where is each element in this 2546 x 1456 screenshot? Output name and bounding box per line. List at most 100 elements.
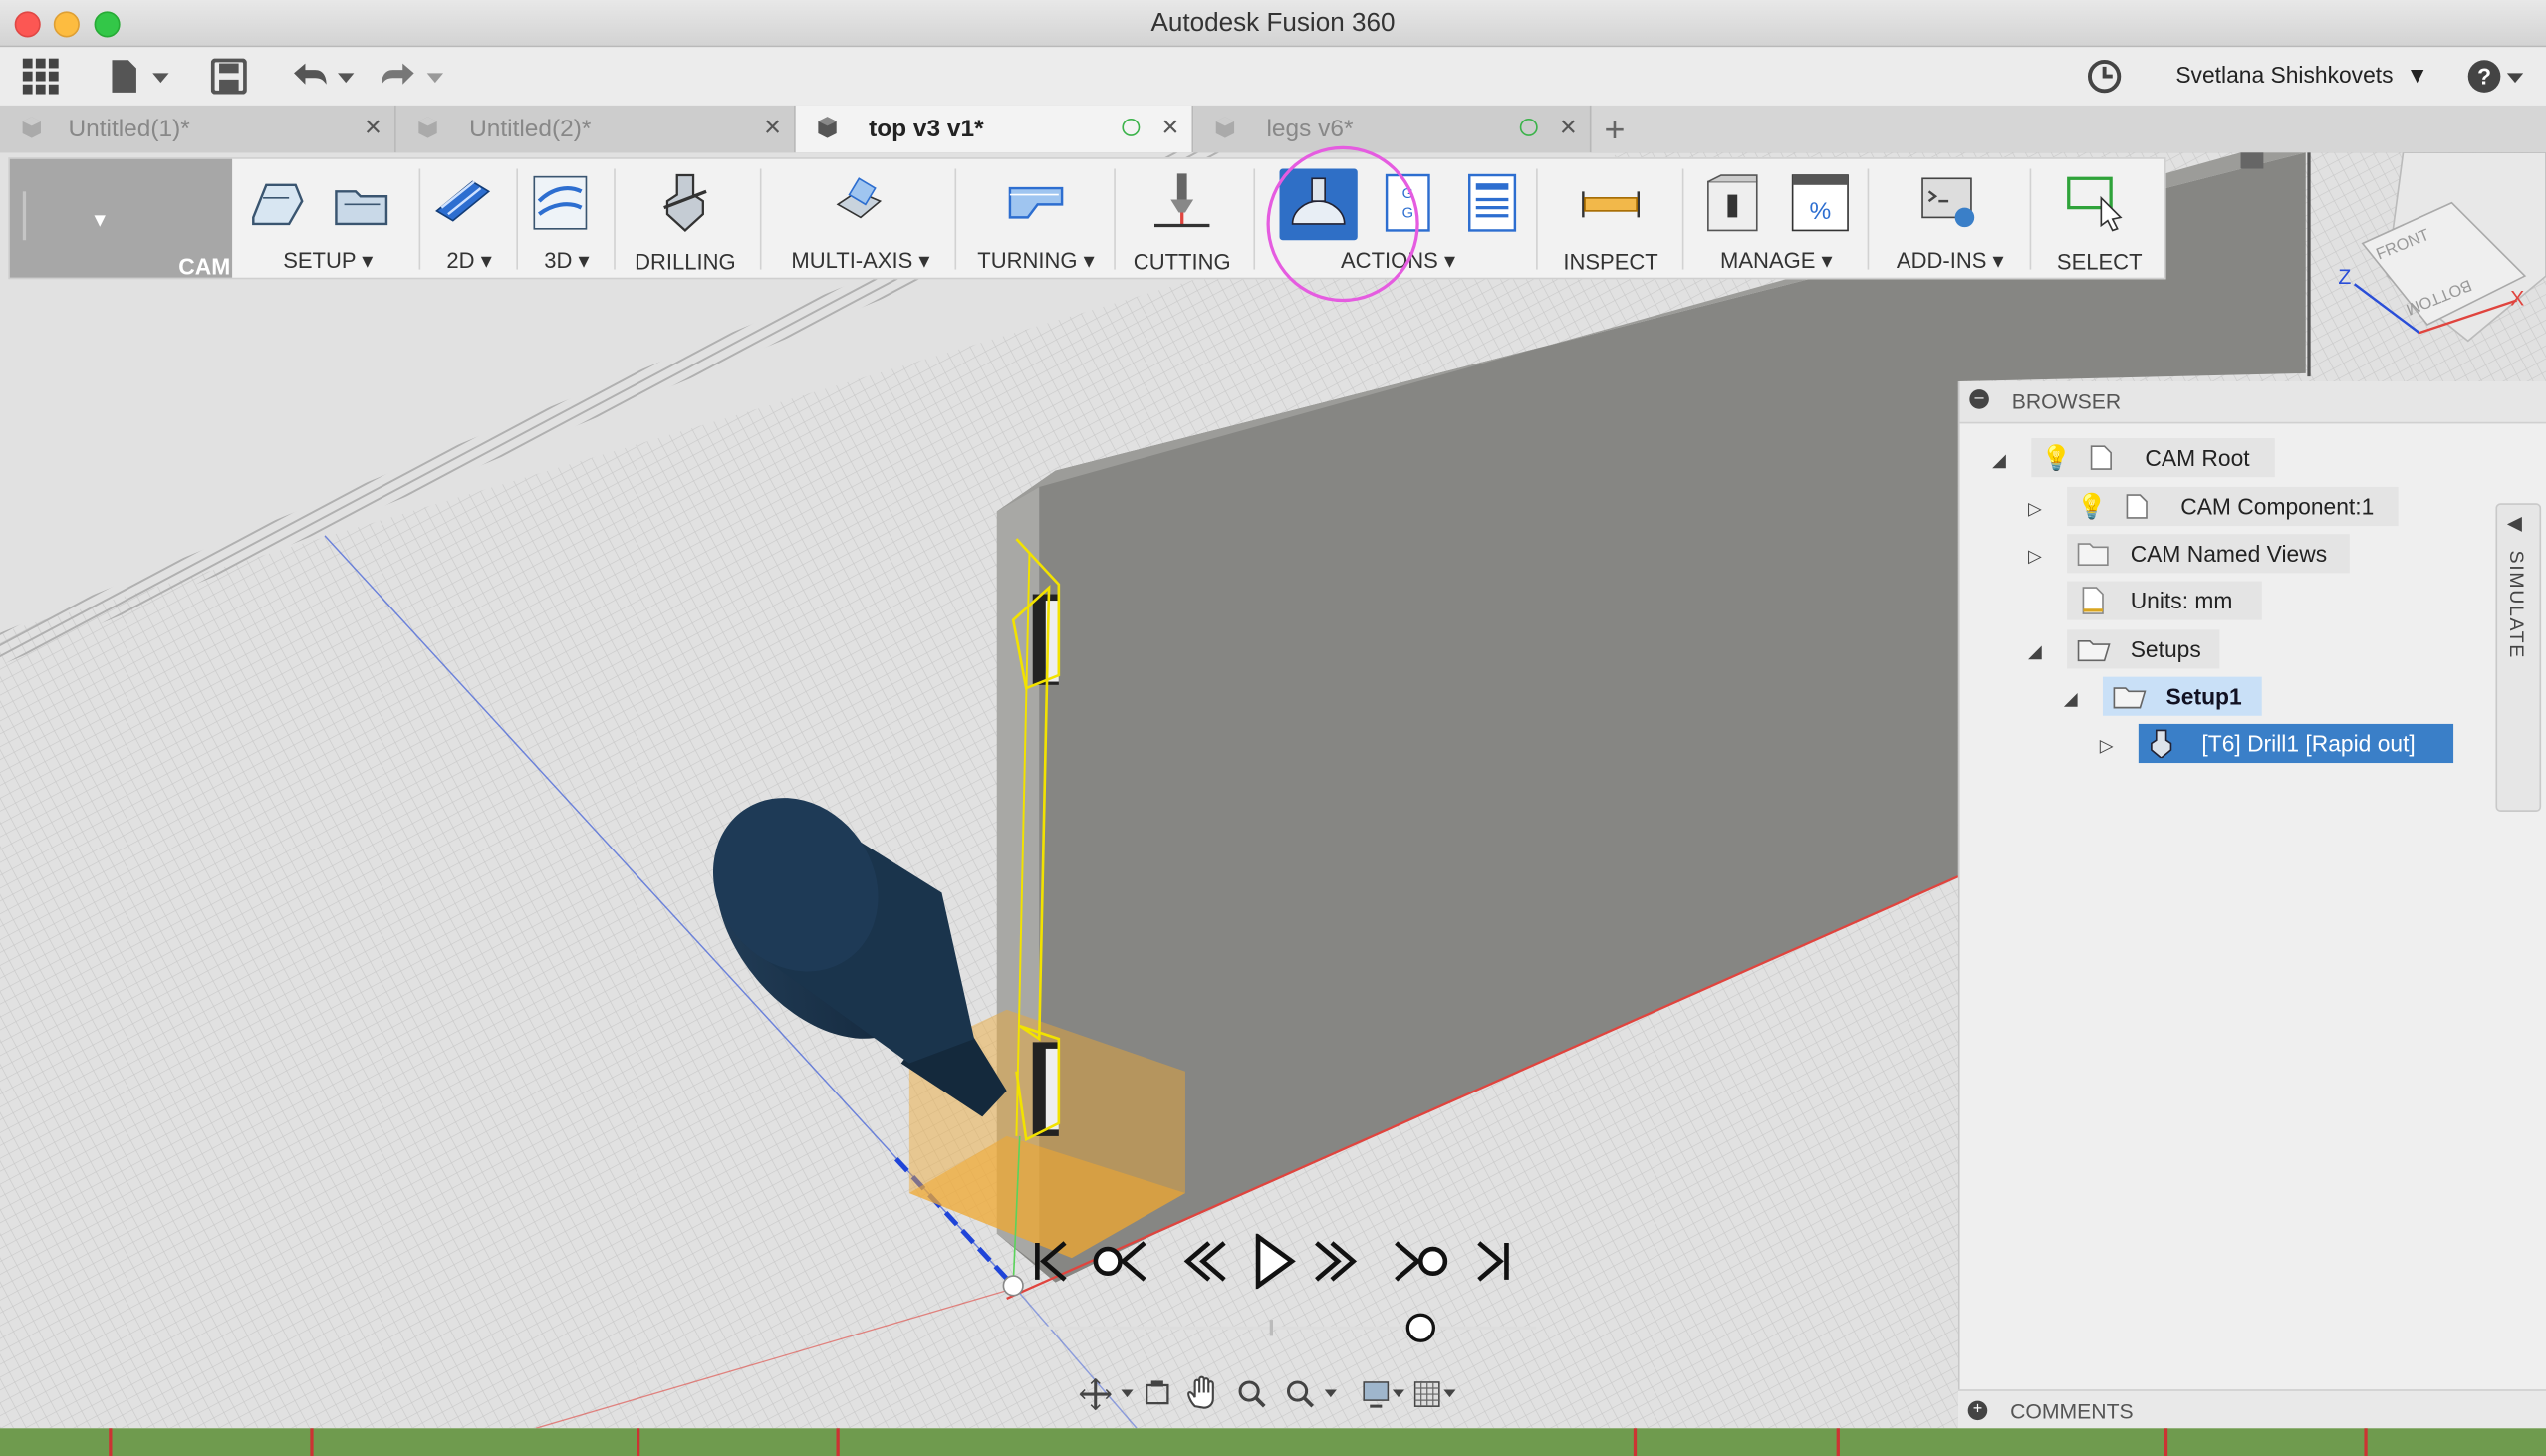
close-tab-icon[interactable]: ×	[365, 111, 382, 144]
new-setup-icon	[252, 183, 304, 226]
chevron-down-icon: ▼	[2406, 61, 2428, 89]
timeline-marker	[1836, 1428, 1840, 1456]
3d-group[interactable]: 3D ▾	[520, 159, 615, 278]
component-icon	[2126, 494, 2148, 519]
close-tab-icon[interactable]: ×	[1560, 111, 1577, 144]
collapsed-triangle-icon[interactable]: ▷	[2028, 546, 2042, 567]
drilling-group[interactable]: DRILLING	[617, 159, 753, 278]
component-icon	[818, 117, 837, 138]
comments-panel[interactable]: + COMMENTS	[1957, 1389, 2546, 1430]
zoom-window-icon[interactable]	[1286, 1380, 1337, 1408]
inspect-group[interactable]: INSPECT	[1543, 159, 1679, 278]
expanded-triangle-icon[interactable]: ◢	[2064, 688, 2078, 710]
select-group[interactable]: SELECT	[2036, 159, 2163, 278]
close-tab-icon[interactable]: ×	[764, 111, 781, 144]
drilling-label: DRILLING	[635, 250, 736, 275]
comments-title: COMMENTS	[2010, 1398, 2134, 1424]
tab-legs-v6[interactable]: legs v6* ×	[1193, 105, 1592, 153]
browser-node-cam-root[interactable]: 💡 CAM Root	[2031, 438, 2275, 478]
cutting-label: CUTTING	[1133, 250, 1231, 275]
visibility-bulb-icon[interactable]: 💡	[2077, 492, 2107, 521]
undo-icon[interactable]	[289, 57, 361, 96]
tab-label: top v3 v1*	[869, 115, 984, 143]
title-bar: Autodesk Fusion 360	[0, 0, 2546, 48]
manage-group[interactable]: % MANAGE ▾	[1688, 159, 1864, 278]
tab-label: Untitled(2)*	[469, 115, 592, 143]
select-icon	[2067, 176, 2123, 232]
tab-top-v3[interactable]: top v3 v1* ×	[795, 105, 1194, 153]
skip-end-button[interactable]	[1477, 1241, 1509, 1282]
previous-operation-button[interactable]	[1093, 1241, 1146, 1282]
user-name: Svetlana Shishkovets	[2175, 61, 2394, 89]
new-tab-button[interactable]: +	[1605, 109, 1626, 150]
help-icon[interactable]: ?	[2464, 57, 2529, 96]
2d-group[interactable]: 2D ▾	[422, 159, 517, 278]
highlight-circle	[1266, 145, 1419, 303]
file-menu-icon[interactable]	[108, 57, 172, 96]
saved-indicator-icon	[1122, 118, 1141, 136]
browser-node-named-views[interactable]: CAM Named Views	[2067, 534, 2350, 574]
orbit-icon[interactable]	[1079, 1377, 1134, 1411]
next-operation-button[interactable]	[1395, 1241, 1448, 1282]
user-menu[interactable]: Svetlana Shishkovets ▼	[2175, 62, 2428, 88]
collapsed-triangle-icon[interactable]: ▷	[2028, 498, 2042, 520]
app-window: Autodesk Fusion 360 ? Svetlana Shishkove…	[0, 0, 2546, 1456]
add-ins-group[interactable]: ADD-INS ▾	[1874, 159, 2026, 278]
timeline-marker	[109, 1428, 113, 1456]
browser-header[interactable]: – BROWSER	[1959, 381, 2546, 424]
job-status-history-icon[interactable]	[2085, 57, 2124, 96]
tab-untitled-2[interactable]: Untitled(2)* ×	[395, 105, 796, 153]
folder-icon	[2077, 543, 2109, 567]
browser-node-units[interactable]: Units: mm	[2067, 581, 2262, 620]
zoom-icon[interactable]	[1238, 1380, 1266, 1408]
timeline-marker	[1633, 1428, 1638, 1456]
turning-icon	[1008, 186, 1064, 219]
skip-start-button[interactable]	[1035, 1241, 1067, 1282]
timeline-tick	[1269, 1320, 1273, 1336]
scripts-addins-icon	[1921, 177, 1975, 228]
browser-node-cam-component[interactable]: 💡 CAM Component:1	[2067, 486, 2399, 527]
simulate-side-tab[interactable]: ◀ SIMULATE	[2495, 503, 2542, 812]
2d-adaptive-icon	[435, 180, 491, 222]
visibility-bulb-icon[interactable]: 💡	[2041, 443, 2071, 473]
multi-axis-group[interactable]: MULTI-AXIS ▾	[766, 159, 954, 278]
node-label: [T6] Drill1 [Rapid out]	[2201, 730, 2416, 757]
step-back-button[interactable]	[1183, 1241, 1226, 1282]
step-forward-button[interactable]	[1315, 1241, 1358, 1282]
save-icon[interactable]	[210, 57, 247, 96]
display-settings-icon[interactable]	[1363, 1381, 1405, 1408]
setup-group[interactable]: SETUP ▾	[237, 159, 419, 278]
timeline-marker	[2164, 1428, 2168, 1456]
collapse-panel-icon[interactable]: –	[1969, 389, 1989, 409]
close-tab-icon[interactable]: ×	[1161, 111, 1178, 144]
2d-label: 2D ▾	[446, 248, 492, 273]
timeline-marker	[636, 1428, 640, 1456]
collapsed-triangle-icon[interactable]: ▷	[2100, 735, 2114, 757]
collapse-arrow-icon: ◀	[2506, 511, 2524, 535]
pan-hand-icon[interactable]	[1187, 1375, 1214, 1409]
actions-group[interactable]: GG ACTIONS ▾	[1260, 145, 1536, 303]
browser-node-drill-operation[interactable]: [T6] Drill1 [Rapid out]	[2138, 723, 2454, 764]
tab-untitled-1[interactable]: Untitled(1)* ×	[0, 105, 396, 153]
node-label: CAM Root	[2145, 444, 2250, 471]
setups-folder-icon	[2077, 639, 2111, 662]
grid-settings-icon[interactable]	[1413, 1381, 1456, 1407]
inspect-label: INSPECT	[1563, 250, 1658, 275]
cutting-group[interactable]: CUTTING	[1118, 159, 1247, 278]
look-at-icon[interactable]	[1146, 1380, 1169, 1405]
new-folder-setup-icon	[335, 190, 388, 226]
play-button[interactable]	[1255, 1233, 1296, 1290]
3d-adaptive-icon	[533, 175, 588, 230]
expanded-triangle-icon[interactable]: ◢	[2028, 641, 2042, 662]
browser-node-setups[interactable]: Setups	[2067, 629, 2220, 669]
component-icon	[418, 117, 437, 138]
browser-node-setup1[interactable]: Setup1	[2102, 676, 2262, 716]
expanded-triangle-icon[interactable]: ◢	[1992, 449, 2006, 471]
data-panel-grid-icon[interactable]	[21, 57, 60, 96]
timeline-track[interactable]	[1013, 1326, 1537, 1330]
workspace-switcher[interactable]: CAM ▾	[9, 158, 233, 279]
redo-icon[interactable]	[377, 57, 448, 96]
drill-icon	[663, 173, 707, 232]
expand-panel-icon[interactable]: +	[1967, 1400, 1988, 1421]
turning-group[interactable]: TURNING ▾	[961, 159, 1111, 278]
